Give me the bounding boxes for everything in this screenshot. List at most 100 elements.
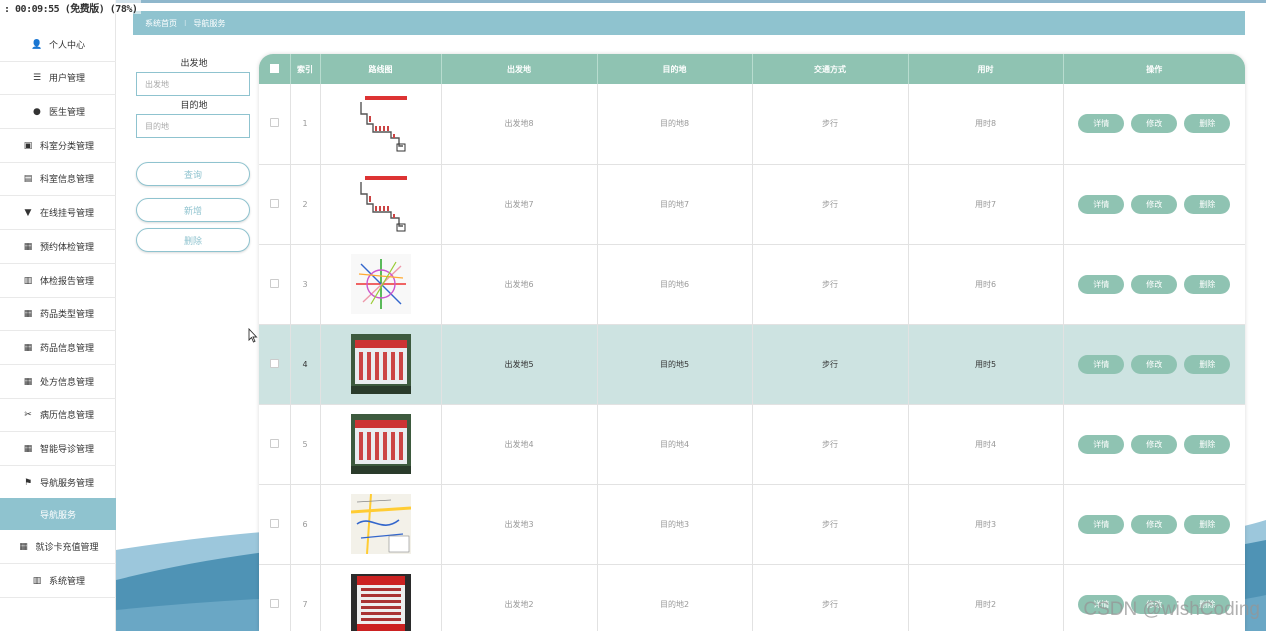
sidebar-item-1[interactable]: ☰ 用户管理 (0, 61, 116, 95)
cell-index: 2 (290, 164, 321, 245)
detail-button[interactable]: 详情 (1078, 194, 1125, 214)
search-panel: 出发地 目的地 查询 新增 删除 (136, 56, 252, 252)
sidebar-item-3[interactable]: ▣ 科室分类管理 (0, 129, 116, 163)
route-map-thumbnail[interactable] (350, 254, 411, 314)
edit-button[interactable]: 修改 (1131, 514, 1178, 534)
row-checkbox[interactable] (269, 518, 279, 528)
sidebar-item-label: 导航服务管理 (39, 479, 94, 489)
cell-route-map[interactable] (320, 164, 442, 245)
destination-input[interactable] (136, 114, 250, 138)
grid-icon: ▦ (23, 308, 33, 319)
sidebar-item-label: 用户管理 (48, 74, 85, 84)
cell-duration: 用时6 (908, 244, 1064, 325)
sidebar-item-0[interactable]: 👤 个人中心 (0, 28, 116, 62)
route-map-thumbnail[interactable] (350, 414, 411, 474)
sidebar-item-12[interactable]: ▦ 智能导诊管理 (0, 432, 116, 466)
cell-route-map[interactable] (320, 564, 442, 631)
sidebar-item-2[interactable]: ● 医生管理 (0, 95, 116, 129)
cell-index: 6 (290, 484, 321, 565)
row-checkbox[interactable] (269, 598, 279, 608)
row-select-cell[interactable] (259, 324, 291, 405)
detail-button[interactable]: 详情 (1078, 354, 1125, 374)
detail-button[interactable]: 详情 (1078, 274, 1125, 294)
sidebar-item-label: 科室分类管理 (39, 142, 94, 152)
sidebar-item-4[interactable]: ▤ 科室信息管理 (0, 162, 116, 196)
cell-index: 5 (290, 404, 321, 485)
edit-button[interactable]: 修改 (1131, 114, 1178, 134)
route-map-thumbnail[interactable] (350, 574, 411, 631)
breadcrumb-home[interactable]: 系统首页 (145, 18, 177, 29)
edit-button[interactable]: 修改 (1131, 194, 1178, 214)
origin-input[interactable] (136, 72, 250, 96)
row-checkbox[interactable] (269, 118, 279, 128)
row-select-cell[interactable] (259, 484, 291, 565)
sidebar-item-14[interactable]: 导航服务 (0, 498, 116, 530)
edit-button[interactable]: 修改 (1131, 274, 1178, 294)
route-map-thumbnail[interactable] (350, 334, 411, 394)
delete-button[interactable]: 删除 (1184, 354, 1231, 374)
cell-actions: 详情 修改 删除 (1063, 244, 1245, 325)
sidebar-item-8[interactable]: ▦ 药品类型管理 (0, 297, 116, 331)
cell-route-map[interactable] (320, 484, 442, 565)
delete-button[interactable]: 删除 (1184, 434, 1231, 454)
table-row[interactable]: 5 出发地4 目的地4 步行 用时4 详情 修改 删除 (259, 404, 1245, 485)
cell-route-map[interactable] (320, 404, 442, 485)
detail-button[interactable]: 详情 (1078, 114, 1125, 134)
sidebar-item-5[interactable]: ▼ 在线挂号管理 (0, 196, 116, 230)
row-select-cell[interactable] (259, 564, 291, 631)
edit-button[interactable]: 修改 (1131, 434, 1178, 454)
route-map-thumbnail[interactable] (350, 93, 411, 154)
detail-button[interactable]: 详情 (1078, 514, 1125, 534)
row-checkbox[interactable] (269, 198, 279, 208)
sidebar-item-7[interactable]: ▥ 体检报告管理 (0, 264, 116, 298)
row-checkbox[interactable] (269, 278, 279, 288)
query-button[interactable]: 查询 (136, 162, 250, 186)
select-all-checkbox[interactable] (269, 63, 279, 73)
select-all-header[interactable] (259, 54, 291, 84)
edit-button[interactable]: 修改 (1131, 354, 1178, 374)
delete-button[interactable]: 删除 (1184, 194, 1231, 214)
sidebar-item-16[interactable]: ▥ 系统管理 (0, 564, 116, 598)
sidebar-item-label: 体检报告管理 (39, 277, 94, 287)
sidebar-item-15[interactable]: ▦ 就诊卡充值管理 (0, 530, 116, 564)
cell-actions: 详情 修改 删除 (1063, 164, 1245, 245)
batch-delete-button[interactable]: 删除 (136, 228, 250, 252)
cell-route-map[interactable] (320, 324, 442, 405)
sidebar-item-10[interactable]: ▦ 处方信息管理 (0, 365, 116, 399)
sidebar-item-11[interactable]: ✂ 病历信息管理 (0, 398, 116, 432)
add-button[interactable]: 新增 (136, 198, 250, 222)
delete-button[interactable]: 删除 (1184, 274, 1231, 294)
sidebar-item-label: 个人中心 (48, 41, 85, 51)
sidebar-item-13[interactable]: ⚑ 导航服务管理 (0, 466, 116, 500)
row-select-cell[interactable] (259, 244, 291, 325)
row-checkbox[interactable] (269, 438, 279, 448)
sidebar-item-label: 预约体检管理 (39, 243, 94, 253)
detail-button[interactable]: 详情 (1078, 434, 1125, 454)
delete-button[interactable]: 删除 (1184, 114, 1231, 134)
sidebar-item-label: 导航服务 (39, 510, 76, 521)
grid-icon: ▦ (23, 342, 33, 353)
cell-route-map[interactable] (320, 244, 442, 325)
recording-banner: : 00:09:55 (免费版) (78%) (0, 0, 142, 15)
cell-origin: 出发地3 (441, 484, 598, 565)
cell-duration: 用时5 (908, 324, 1064, 405)
sidebar-item-9[interactable]: ▦ 药品信息管理 (0, 331, 116, 365)
route-map-thumbnail[interactable] (350, 494, 411, 554)
table-row[interactable]: 3 出发地6 目的地6 步行 用时6 详情 修改 删除 (259, 244, 1245, 325)
row-select-cell[interactable] (259, 84, 291, 165)
row-select-cell[interactable] (259, 164, 291, 245)
clipboard-icon: ▣ (23, 140, 33, 151)
delete-button[interactable]: 删除 (1184, 514, 1231, 534)
row-checkbox[interactable] (269, 358, 279, 368)
table-row[interactable]: 2 出发地7 目的地7 步行 用时7 详情 修改 删除 (259, 164, 1245, 245)
sidebar-item-6[interactable]: ▦ 预约体检管理 (0, 230, 116, 264)
table-row[interactable]: 1 出发地8 目的地8 步行 用时8 详情 修改 删除 (259, 84, 1245, 165)
table-row[interactable]: 6 出发地3 目的地3 步行 用时3 详情 修改 删除 (259, 484, 1245, 565)
table-row[interactable]: 4 出发地5 目的地5 步行 用时5 详情 修改 删除 (259, 324, 1245, 405)
route-map-thumbnail[interactable] (350, 174, 411, 234)
cell-route-map[interactable] (320, 84, 442, 165)
cell-duration: 用时7 (908, 164, 1064, 245)
row-select-cell[interactable] (259, 404, 291, 485)
col-destination: 目的地 (597, 54, 753, 84)
cell-transport: 步行 (752, 404, 909, 485)
